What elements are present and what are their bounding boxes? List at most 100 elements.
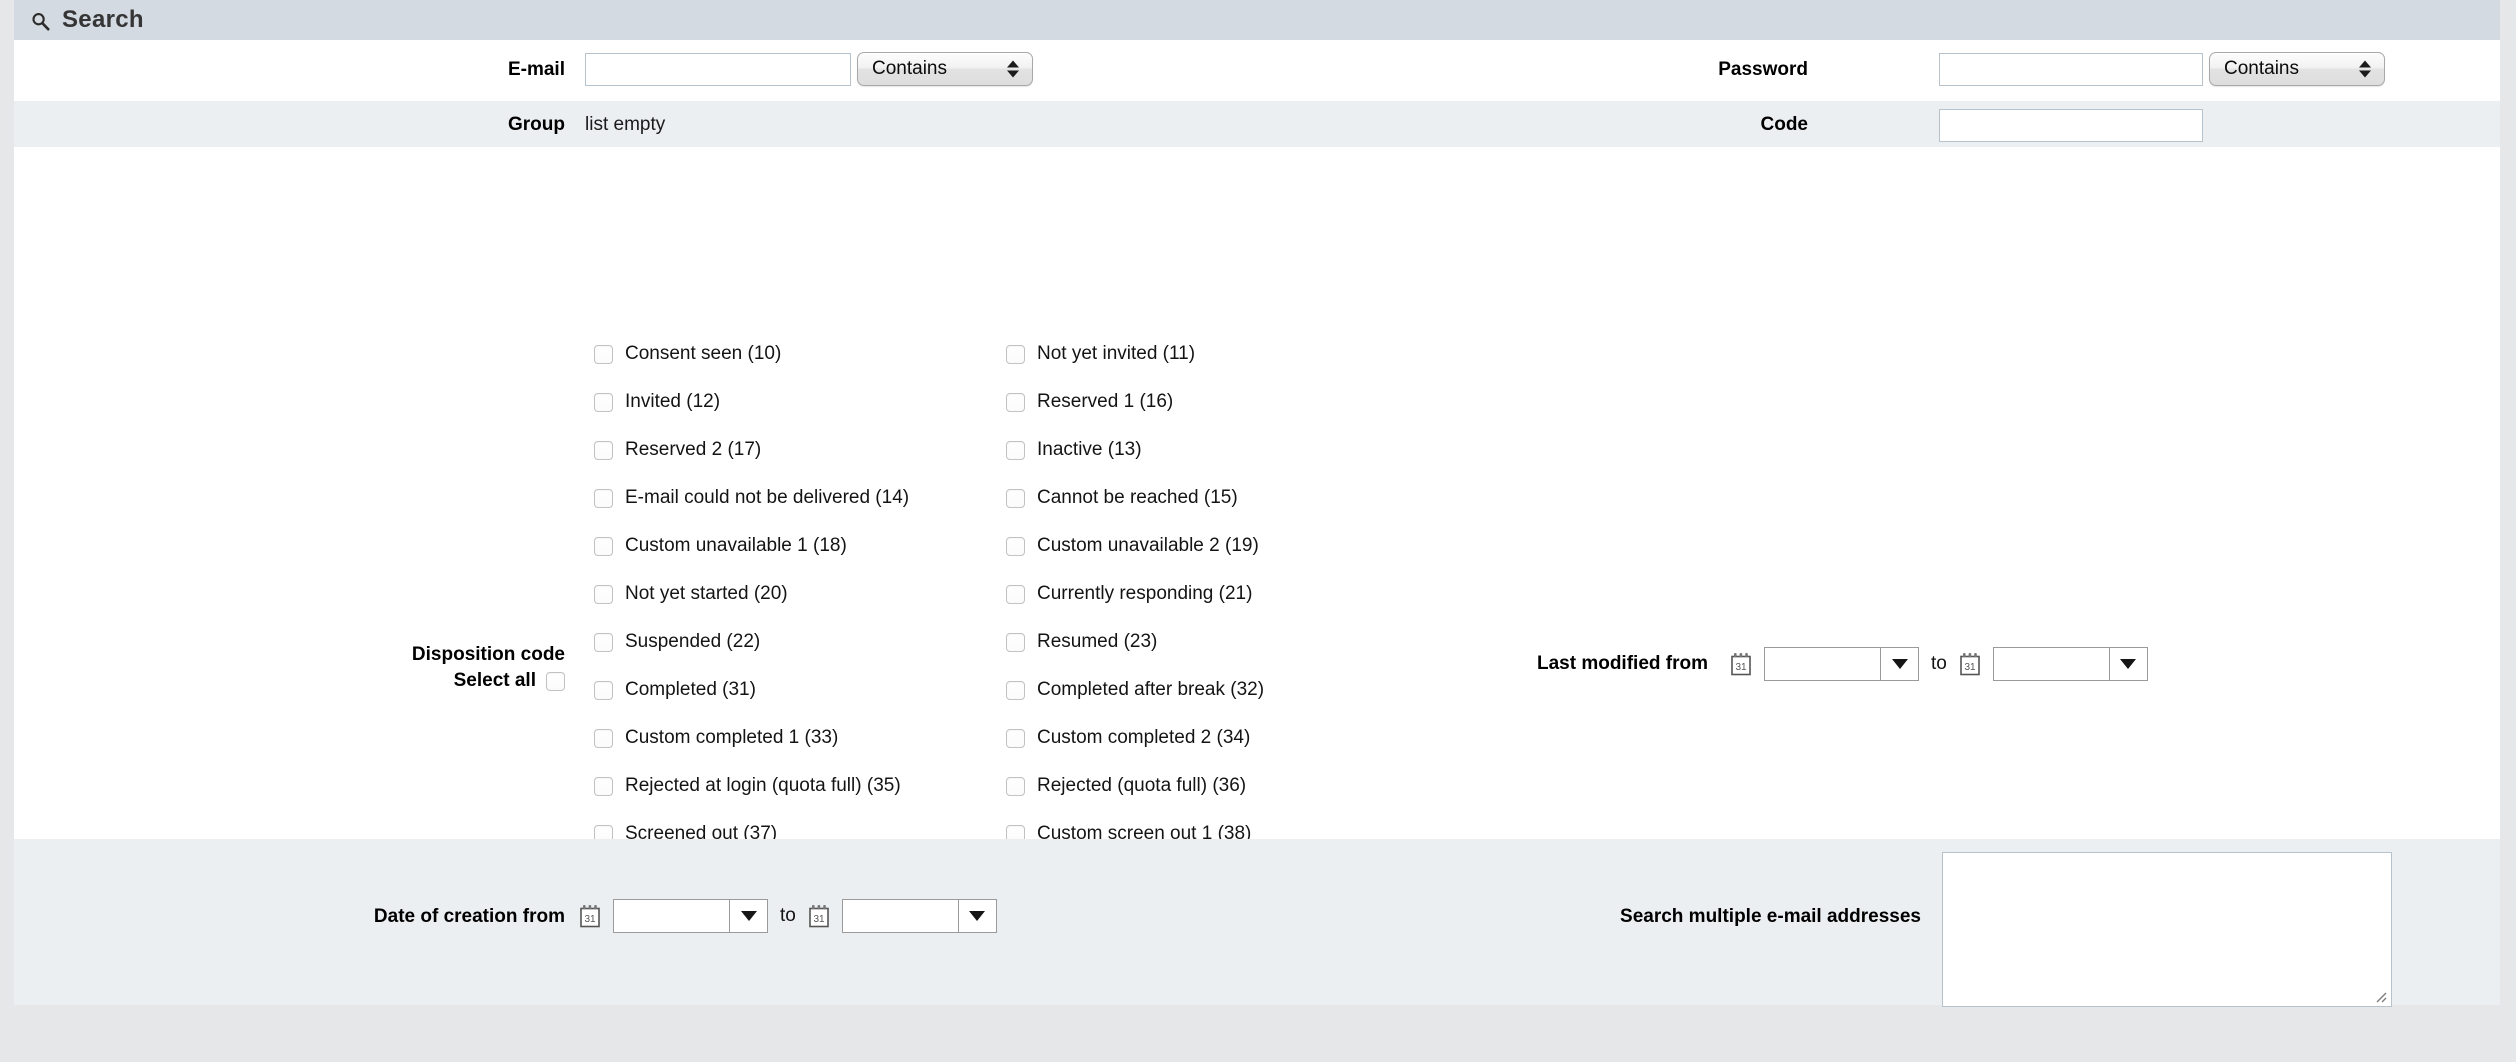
disposition-checkbox[interactable] [1006,728,1025,748]
disposition-checkbox-item[interactable]: Reserved 1 (16) [1006,378,1264,426]
disposition-checkbox[interactable] [1006,440,1025,460]
disposition-checkbox[interactable] [1006,632,1025,652]
disposition-checkbox-item[interactable]: Rejected (quota full) (36) [1006,762,1264,810]
disposition-checkbox[interactable] [1006,344,1025,364]
calendar-icon[interactable]: 31 [579,904,601,928]
disposition-checkbox-item[interactable]: Custom completed 1 (33) [594,714,909,762]
code-input[interactable] [1939,109,2203,142]
disposition-checkbox-label: Invited (12) [625,391,721,412]
password-operator-select[interactable]: Contains [2209,52,2385,86]
disposition-checkbox-label: Rejected at login (quota full) (35) [625,775,901,796]
chevron-down-icon [2120,659,2137,669]
last-modified-to-field[interactable] [1992,647,2148,681]
date-of-creation-to-dropdown-button[interactable] [957,900,996,932]
chevron-down-icon [1891,659,1908,669]
disposition-checkbox-label: Rejected (quota full) (36) [1037,775,1247,796]
date-of-creation-from-field[interactable] [613,899,768,933]
last-modified-from-input[interactable] [1765,648,1880,680]
date-of-creation-group: 31 to 31 [579,899,997,933]
disposition-checkbox[interactable] [594,680,613,700]
group-label: Group [508,114,565,135]
date-of-creation-to-word: to [780,905,796,926]
disposition-checkbox-item[interactable]: Not yet started (20) [594,570,909,618]
disposition-checkbox-label: Cannot be reached (15) [1037,487,1238,508]
email-operator-value: Contains [872,58,947,79]
disposition-checkbox-label: Reserved 1 (16) [1037,391,1174,412]
disposition-checkbox-label: Suspended (22) [625,631,761,652]
disposition-checkbox-label: Custom unavailable 2 (19) [1037,535,1259,556]
group-value: list empty [585,114,666,135]
disposition-checkbox[interactable] [594,536,613,556]
stepper-arrows-icon [2359,60,2371,78]
last-modified-to-word: to [1931,653,1947,674]
last-modified-from-dropdown-button[interactable] [1880,648,1918,680]
multi-email-textarea-wrap [1942,852,2392,1007]
disposition-checkbox-item[interactable]: Suspended (22) [594,618,909,666]
date-of-creation-to-field[interactable] [841,899,997,933]
disposition-checkbox-item[interactable]: E-mail could not be delivered (14) [594,474,909,522]
disposition-checkbox[interactable] [594,632,613,652]
disposition-checkbox[interactable] [1006,536,1025,556]
disposition-checkbox-label: Resumed (23) [1037,631,1158,652]
disposition-checkbox-item[interactable]: Custom completed 2 (34) [1006,714,1264,762]
last-modified-label: Last modified from [1536,653,1708,674]
disposition-checkbox-item[interactable]: Consent seen (10) [594,330,909,378]
disposition-checkbox-item[interactable]: Currently responding (21) [1006,570,1264,618]
disposition-checkbox[interactable] [594,584,613,604]
last-modified-to-dropdown-button[interactable] [2108,648,2147,680]
email-label: E-mail [507,59,565,80]
stepper-arrows-icon [1007,60,1019,78]
disposition-checkbox-item[interactable]: Resumed (23) [1006,618,1264,666]
disposition-checkbox-label: Custom completed 2 (34) [1037,727,1251,748]
disposition-checkbox-label: Currently responding (21) [1037,583,1253,604]
disposition-checkbox-item[interactable]: Inactive (13) [1006,426,1264,474]
multi-email-textarea[interactable] [1942,852,2392,1007]
disposition-checkbox[interactable] [594,440,613,460]
email-operator-select[interactable]: Contains [857,52,1033,86]
select-all-checkbox[interactable] [546,671,565,691]
disposition-checkbox[interactable] [594,488,613,508]
disposition-checkbox-item[interactable]: Custom unavailable 1 (18) [594,522,909,570]
row-disposition-lastmodified: Disposition code Select all Consent seen… [14,147,2500,988]
email-input[interactable] [585,53,851,86]
date-of-creation-from-input[interactable] [614,900,729,932]
disposition-checkbox[interactable] [594,344,613,364]
search-icon [31,12,50,31]
disposition-checkbox-label: Completed after break (32) [1037,679,1265,700]
date-of-creation-to-input[interactable] [842,900,958,932]
date-of-creation-from-dropdown-button[interactable] [729,900,767,932]
last-modified-date-group: 31 to 31 [1730,647,2148,681]
disposition-checkbox-label: Consent seen (10) [625,343,782,364]
disposition-checkbox-label: Inactive (13) [1037,439,1142,460]
code-label: Code [1760,114,1809,135]
disposition-checkbox-item[interactable]: Custom unavailable 2 (19) [1006,522,1264,570]
row-email-password: E-mail Contains Password Contains [14,40,2500,101]
disposition-checkbox-item[interactable]: Rejected at login (quota full) (35) [594,762,909,810]
password-input[interactable] [1939,53,2203,86]
disposition-checkbox[interactable] [1006,680,1025,700]
last-modified-from-field[interactable] [1764,647,1919,681]
search-panel-header: Search [14,0,2500,40]
disposition-checkbox[interactable] [594,392,613,412]
disposition-checkbox[interactable] [1006,776,1025,796]
disposition-checkbox-label: Completed (31) [625,679,756,700]
disposition-checkbox-label: Reserved 2 (17) [625,439,762,460]
disposition-checkbox[interactable] [1006,392,1025,412]
disposition-checkbox-item[interactable]: Cannot be reached (15) [1006,474,1264,522]
disposition-checkbox-item[interactable]: Completed after break (32) [1006,666,1264,714]
disposition-checkbox-item[interactable]: Completed (31) [594,666,909,714]
date-of-creation-label: Date of creation from [373,906,565,927]
disposition-checkbox[interactable] [1006,488,1025,508]
calendar-icon[interactable]: 31 [1959,652,1981,676]
disposition-checkbox-item[interactable]: Not yet invited (11) [1006,330,1264,378]
password-operator-value: Contains [2224,58,2299,79]
last-modified-to-input[interactable] [1993,648,2109,680]
calendar-icon[interactable]: 31 [808,904,830,928]
calendar-icon[interactable]: 31 [1730,652,1752,676]
disposition-checkbox[interactable] [594,776,613,796]
row-group-code: Group list empty Code [14,101,2500,147]
disposition-checkbox-item[interactable]: Invited (12) [594,378,909,426]
disposition-checkbox-item[interactable]: Reserved 2 (17) [594,426,909,474]
disposition-checkbox[interactable] [1006,584,1025,604]
disposition-checkbox[interactable] [594,728,613,748]
